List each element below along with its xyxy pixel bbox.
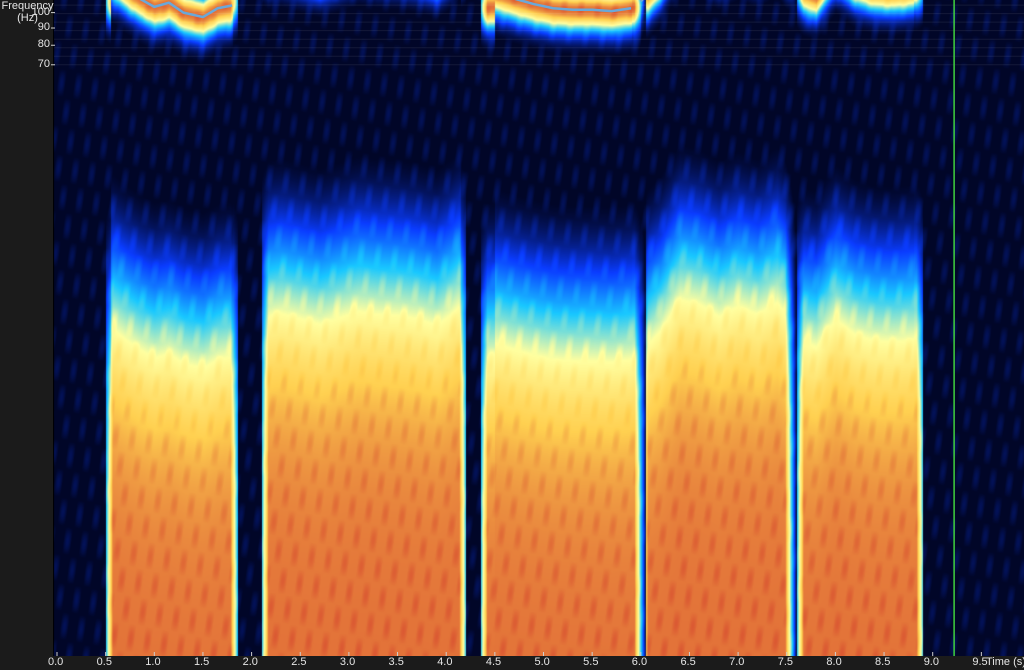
x-tick-label: 5.5 [583,656,599,668]
y-tick-label: 70 [37,57,50,70]
f0-contour-segment [139,0,233,19]
x-tick-label: 3.0 [339,656,356,668]
x-tick-label: 8.5 [875,656,891,668]
y-tick-label: 100 [31,5,50,18]
x-tick-label: 4.0 [437,656,453,668]
x-tick-label: 2.0 [242,656,258,668]
grid-lines [54,4,1024,66]
x-tick-label: 9.0 [923,656,939,668]
x-tick-label: 4.5 [485,656,502,668]
x-tick-label: 1.0 [145,656,161,668]
spectrogram-plot[interactable]: fR2fR1 [0,0,1024,670]
y-tick-label: 90 [37,21,50,34]
x-tick-label: 8.0 [826,656,842,668]
x-axis-title: Time (s) [986,656,1024,668]
x-tick-label: 2.5 [291,656,307,668]
x-tick-label: 6.5 [680,656,696,668]
f0-contour-segment [639,0,644,3]
y-tick-label: 80 [37,38,50,51]
x-tick-label: 1.5 [193,656,210,668]
x-tick-label: 6.0 [631,656,648,668]
x-tick-label: 7.0 [729,656,745,668]
x-tick-label: 7.5 [777,656,794,668]
x-tick-label: 5.0 [534,656,550,668]
x-tick-label: 3.5 [388,656,404,668]
x-tick-label: 0.0 [48,656,64,668]
spectrogram-window: fR2fR1 Frequency (Hz) 708090100200300400… [0,0,1024,670]
x-tick-label: 0.5 [96,656,112,668]
